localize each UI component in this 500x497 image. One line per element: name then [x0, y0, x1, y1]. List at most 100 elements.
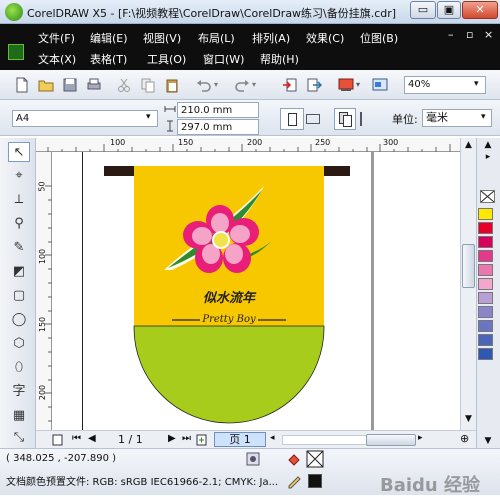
- close-button[interactable]: ✕: [462, 1, 498, 19]
- menu-file[interactable]: 文件(F): [38, 30, 75, 46]
- palette-scroll-up-icon[interactable]: ▲: [480, 140, 496, 152]
- drawing-canvas[interactable]: 似水流年 Pretty Boy: [52, 152, 460, 430]
- paste-icon[interactable]: [164, 77, 180, 93]
- first-page-icon[interactable]: ⏮: [72, 433, 81, 444]
- palette-scroll-down-icon[interactable]: ▼: [480, 436, 496, 448]
- vertical-scroll-thumb[interactable]: [462, 244, 475, 288]
- palette-swatch[interactable]: [478, 292, 493, 304]
- pick-tool-icon[interactable]: ↖: [8, 142, 30, 162]
- page-tab[interactable]: 页 1: [214, 432, 266, 447]
- copy-icon[interactable]: [140, 77, 156, 93]
- text-tool-icon[interactable]: 字: [8, 382, 30, 402]
- restore-button[interactable]: ▣: [437, 1, 461, 19]
- units-dropdown-icon[interactable]: ▾: [481, 112, 486, 122]
- previous-page-icon[interactable]: ◀: [88, 433, 96, 444]
- crop-tool-icon[interactable]: ⟂: [8, 190, 30, 210]
- welcome-screen-icon[interactable]: [372, 77, 388, 93]
- redo-dropdown-icon[interactable]: ▾: [252, 80, 256, 89]
- palette-flyout-icon[interactable]: ▸: [480, 152, 496, 164]
- rectangle-tool-icon[interactable]: ▢: [8, 286, 30, 306]
- coreldraw-app-icon[interactable]: [5, 3, 23, 21]
- menu-bitmaps[interactable]: 位图(B): [360, 30, 398, 46]
- next-page-icon[interactable]: ▶: [168, 433, 176, 444]
- palette-swatch[interactable]: [478, 348, 493, 360]
- scroll-left-icon[interactable]: ◂: [270, 433, 275, 443]
- palette-swatch[interactable]: [478, 236, 493, 248]
- page-size-select[interactable]: A4: [12, 110, 158, 127]
- outline-pen-icon[interactable]: [286, 473, 302, 489]
- banner-artwork[interactable]: 似水流年 Pretty Boy: [52, 152, 460, 430]
- scroll-right-icon[interactable]: ▸: [418, 433, 423, 443]
- table-tool-icon[interactable]: ▦: [8, 406, 30, 426]
- baidu-watermark: Baidu 经验: [380, 475, 481, 496]
- menu-table[interactable]: 表格(T): [90, 51, 127, 67]
- page-size-dropdown-icon[interactable]: ▾: [146, 112, 151, 122]
- palette-swatch[interactable]: [478, 250, 493, 262]
- menu-arrange[interactable]: 排列(A): [252, 30, 290, 46]
- vertical-ruler[interactable]: 50 100 150 200: [36, 152, 52, 430]
- ellipse-tool-icon[interactable]: ◯: [8, 310, 30, 330]
- outline-color-swatch[interactable]: [308, 474, 322, 488]
- document-icon[interactable]: [8, 44, 24, 60]
- print-icon[interactable]: [86, 77, 102, 93]
- menu-text[interactable]: 文本(X): [38, 51, 76, 67]
- palette-swatch[interactable]: [478, 306, 493, 318]
- application-launcher-icon[interactable]: [338, 77, 354, 93]
- menu-help[interactable]: 帮助(H): [260, 51, 299, 67]
- palette-swatch[interactable]: [478, 334, 493, 346]
- zoom-dropdown-icon[interactable]: ▾: [474, 79, 479, 89]
- all-pages-button[interactable]: [334, 108, 356, 130]
- zoom-tool-icon[interactable]: ⚲: [8, 214, 30, 234]
- palette-swatch[interactable]: [478, 222, 493, 234]
- mdi-restore-button[interactable]: ▫: [466, 28, 473, 41]
- export-icon[interactable]: [306, 77, 322, 93]
- palette-swatch[interactable]: [478, 208, 493, 220]
- undo-icon[interactable]: [196, 77, 212, 93]
- scroll-up-icon[interactable]: ▲: [462, 140, 475, 153]
- launcher-dropdown-icon[interactable]: ▾: [356, 80, 360, 89]
- mdi-minimize-button[interactable]: –: [448, 28, 454, 41]
- undo-dropdown-icon[interactable]: ▾: [214, 80, 218, 89]
- page-info-icon[interactable]: [52, 434, 64, 446]
- horizontal-scroll-thumb[interactable]: [366, 434, 416, 446]
- add-page-icon[interactable]: [196, 434, 208, 446]
- palette-swatch[interactable]: [478, 320, 493, 332]
- menu-view[interactable]: 视图(V): [143, 30, 181, 46]
- last-page-icon[interactable]: ⏭: [182, 433, 191, 444]
- vertical-scrollbar[interactable]: ▲ ▼: [460, 138, 476, 432]
- landscape-icon[interactable]: [306, 114, 320, 124]
- new-document-icon[interactable]: [14, 77, 30, 93]
- navigator-zoom-icon[interactable]: ⊕: [460, 432, 469, 445]
- redo-icon[interactable]: [234, 77, 250, 93]
- shape-tool-icon[interactable]: ⌖: [8, 166, 30, 186]
- no-color-swatch[interactable]: [480, 190, 495, 203]
- cursor-coordinates: ( 348.025 , -207.890 ): [6, 453, 117, 464]
- menu-edit[interactable]: 编辑(E): [90, 30, 128, 46]
- portrait-button[interactable]: [280, 108, 304, 130]
- menu-tools[interactable]: 工具(O): [147, 51, 186, 67]
- current-page-layout-icon[interactable]: [360, 112, 378, 126]
- page-height-input[interactable]: 297.0 mm: [177, 119, 259, 135]
- scroll-down-icon[interactable]: ▼: [462, 414, 475, 427]
- minimize-button[interactable]: ▭: [410, 1, 436, 19]
- polygon-tool-icon[interactable]: ⬡: [8, 334, 30, 354]
- smart-fill-tool-icon[interactable]: ◩: [8, 262, 30, 282]
- fill-bucket-icon[interactable]: [286, 452, 302, 468]
- menu-layout[interactable]: 布局(L): [198, 30, 235, 46]
- palette-swatch[interactable]: [478, 278, 493, 290]
- snap-icon[interactable]: [246, 452, 260, 466]
- fill-none-icon[interactable]: [306, 450, 324, 468]
- mdi-close-button[interactable]: ×: [484, 28, 493, 41]
- open-folder-icon[interactable]: [38, 77, 54, 93]
- palette-swatch[interactable]: [478, 264, 493, 276]
- cut-icon[interactable]: [116, 77, 132, 93]
- dimension-tool-icon[interactable]: ⤡: [8, 428, 30, 448]
- menu-window[interactable]: 窗口(W): [203, 51, 244, 67]
- save-icon[interactable]: [62, 77, 78, 93]
- basic-shapes-tool-icon[interactable]: ⬯: [8, 358, 30, 378]
- freehand-tool-icon[interactable]: ✎: [8, 238, 30, 258]
- menu-effects[interactable]: 效果(C): [306, 30, 344, 46]
- page-width-input[interactable]: 210.0 mm: [177, 102, 259, 118]
- horizontal-ruler[interactable]: 100 150 200 250 300: [36, 138, 476, 152]
- import-icon[interactable]: [282, 77, 298, 93]
